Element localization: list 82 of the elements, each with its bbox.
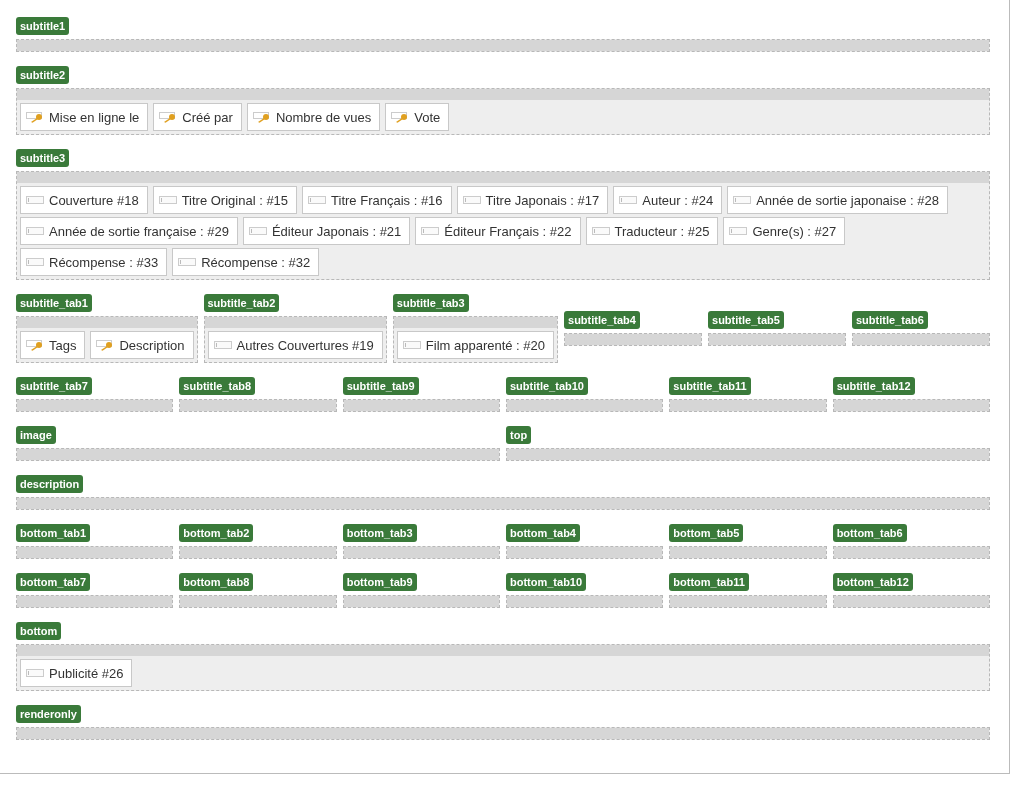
field-chip[interactable]: Créé par xyxy=(153,103,242,131)
drop-zone[interactable]: Autres Couvertures #19 xyxy=(203,316,387,363)
zone-label: subtitle_tab1 xyxy=(16,294,92,312)
field-chip[interactable]: Nombre de vues xyxy=(246,103,381,131)
field-chip[interactable]: Genre(s) : #27 xyxy=(723,217,846,245)
drop-zone[interactable] xyxy=(16,171,990,280)
field-icon xyxy=(462,196,481,204)
zone-label: subtitle_tab2 xyxy=(203,294,280,312)
key-icon xyxy=(26,111,44,123)
zone-label: subtitle_tab7 xyxy=(16,377,92,395)
zone-label: subtitle3 xyxy=(16,149,70,167)
field-icon xyxy=(733,196,752,204)
zone-label: bottom_tab7 xyxy=(16,573,90,591)
field-chip[interactable]: Tags xyxy=(20,331,86,359)
drop-zone[interactable]: Film apparenté : #20 xyxy=(392,316,559,363)
field-chip[interactable]: Année de sortie japonaise : #28 xyxy=(727,186,948,214)
field-icon xyxy=(421,227,440,235)
key-icon xyxy=(96,339,115,351)
drop-zone[interactable]: Publicité #26 xyxy=(16,644,990,691)
field-chip[interactable]: Autres Couvertures #19 xyxy=(207,331,383,359)
field-chip[interactable]: Film apparenté : #20 xyxy=(396,331,555,359)
field-chip[interactable]: Vote xyxy=(385,103,450,131)
zone-label: description xyxy=(16,475,84,493)
zone-label: bottom_tab3 xyxy=(342,524,417,542)
zone-label: subtitle_tab4 xyxy=(564,311,640,329)
zone-label: subtitle1 xyxy=(16,17,70,35)
zone-label: bottom_tab12 xyxy=(832,573,913,591)
field-icon xyxy=(26,669,44,677)
zone-label: subtitle_tab11 xyxy=(669,377,751,395)
zone-label: bottom_tab8 xyxy=(179,573,254,591)
field-chip[interactable]: Éditeur Français : #22 xyxy=(415,217,581,245)
field-icon xyxy=(402,341,421,349)
zone-label: bottom_tab4 xyxy=(506,524,580,542)
field-chip[interactable]: Récompense : #33 xyxy=(20,248,168,276)
field-chip[interactable]: Année de sortie française : #29 xyxy=(20,217,238,245)
field-chip[interactable]: Récompense : #32 xyxy=(172,248,320,276)
key-icon xyxy=(252,111,271,123)
zone-label: bottom_tab11 xyxy=(669,573,749,591)
field-chip[interactable]: Titre Français : #16 xyxy=(302,186,452,214)
field-icon xyxy=(248,227,267,235)
zone-label: top xyxy=(506,426,532,444)
zone-label: bottom_tab9 xyxy=(342,573,417,591)
zone-label: subtitle_tab12 xyxy=(832,377,915,395)
zone-label: subtitle_tab8 xyxy=(179,377,256,395)
field-icon xyxy=(619,196,638,204)
field-chip[interactable]: Éditeur Japonais : #21 xyxy=(242,217,411,245)
field-chip[interactable]: Titre Original : #15 xyxy=(152,186,298,214)
field-chip[interactable]: Couverture #18 xyxy=(20,186,148,214)
field-chip[interactable]: Auteur : #24 xyxy=(613,186,723,214)
zone-label: bottom_tab2 xyxy=(179,524,254,542)
field-icon xyxy=(591,227,610,235)
zone-label: subtitle_tab6 xyxy=(852,311,928,329)
zone-label: bottom_tab6 xyxy=(832,524,907,542)
field-icon xyxy=(26,196,44,204)
zone-label: subtitle_tab3 xyxy=(392,294,469,312)
zone-label: image xyxy=(16,426,56,444)
field-icon xyxy=(308,196,327,204)
zone-label: bottom_tab10 xyxy=(506,573,587,591)
field-icon xyxy=(158,196,177,204)
key-icon xyxy=(159,111,178,123)
zone-label: subtitle_tab10 xyxy=(506,377,588,395)
field-chip[interactable]: Publicité #26 xyxy=(20,659,133,687)
drop-zone[interactable]: Tags Description xyxy=(16,316,198,363)
field-chip[interactable]: Traducteur : #25 xyxy=(585,217,719,245)
field-chip[interactable]: Titre Japonais : #17 xyxy=(456,186,609,214)
field-chip[interactable]: Mise en ligne le xyxy=(20,103,149,131)
zone-label: subtitle_tab9 xyxy=(342,377,419,395)
field-icon xyxy=(26,227,44,235)
zone-label: bottom xyxy=(16,622,62,640)
field-icon xyxy=(178,258,197,266)
field-icon xyxy=(26,258,44,266)
zone-label: subtitle2 xyxy=(16,66,70,84)
zone-label: renderonly xyxy=(16,705,81,723)
field-icon xyxy=(729,227,748,235)
zone-label: bottom_tab5 xyxy=(669,524,744,542)
key-icon xyxy=(391,111,410,123)
field-icon xyxy=(213,341,232,349)
drop-zone[interactable]: Mise en ligne le Créé par Nombre de vues Vote xyxy=(16,88,990,135)
zone-label: bottom_tab1 xyxy=(16,524,90,542)
field-chip[interactable]: Description xyxy=(90,331,194,359)
key-icon xyxy=(26,339,44,351)
zone-label: subtitle_tab5 xyxy=(708,311,784,329)
